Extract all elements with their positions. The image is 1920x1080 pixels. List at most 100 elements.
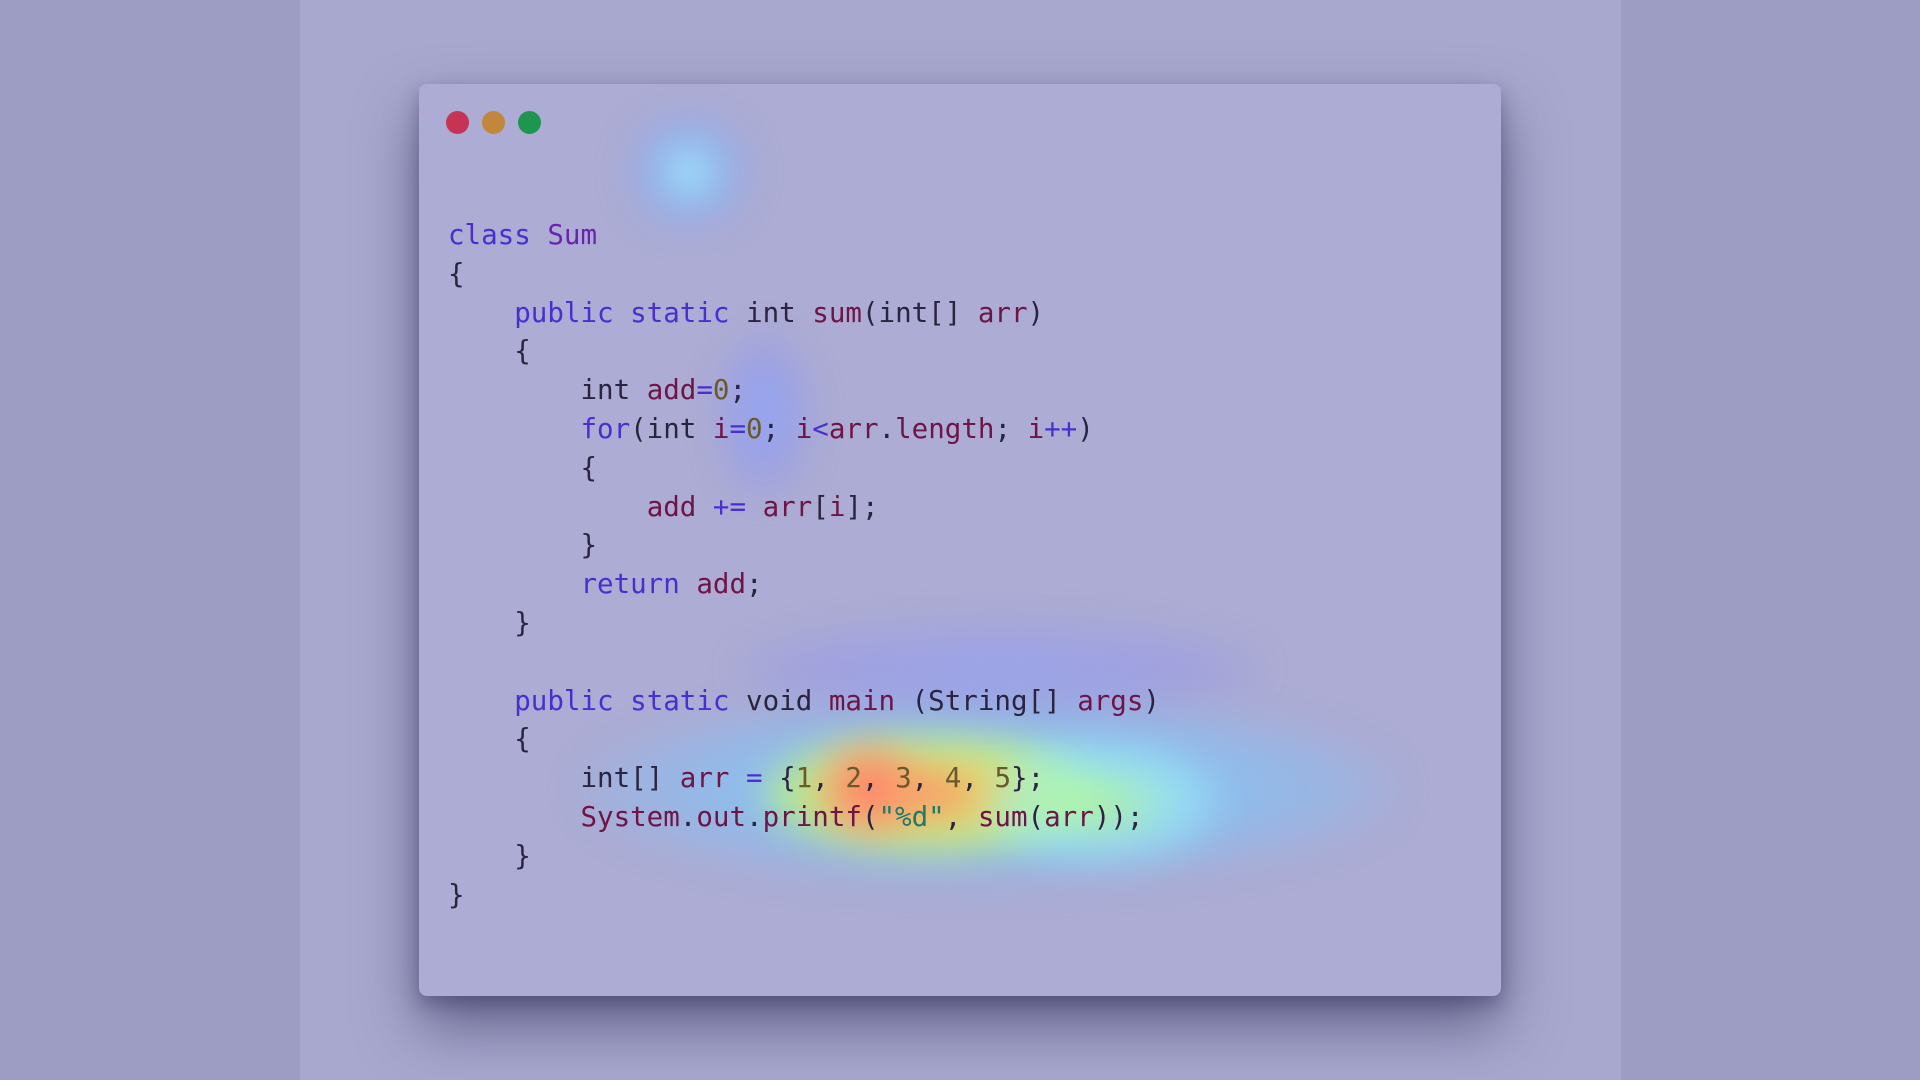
code-token: void: [729, 684, 829, 717]
code-token: length: [895, 412, 995, 445]
code-token: ,: [861, 762, 896, 795]
code-token: ];: [845, 490, 879, 523]
code-token: ;: [729, 374, 747, 407]
code-token: };: [1011, 762, 1045, 795]
window-controls: [446, 111, 541, 134]
code-line: public static int sum(int[] arr): [448, 294, 1160, 333]
code-token: ++: [1044, 412, 1078, 445]
code-token: arr: [828, 412, 879, 445]
close-button[interactable]: [446, 111, 469, 134]
code-token: <: [812, 412, 829, 445]
code-token: ): [1077, 412, 1094, 445]
code-token: (: [1027, 800, 1045, 833]
code-token: args: [1077, 684, 1144, 717]
code-token: static: [630, 296, 730, 329]
code-token: .: [746, 800, 763, 833]
code-token: }: [448, 529, 598, 562]
code-token: "%d": [878, 800, 945, 833]
code-token: i: [828, 490, 846, 523]
heatmap-blob: [624, 119, 754, 224]
code-token: ));: [1093, 800, 1144, 833]
code-token: sum: [812, 296, 862, 329]
code-token: (int: [630, 412, 713, 445]
code-token: arr: [1044, 800, 1094, 833]
code-block: class Sum{ public static int sum(int[] a…: [448, 216, 1160, 914]
code-token: add: [646, 374, 697, 407]
code-line: {: [448, 720, 1160, 759]
code-line: }: [448, 837, 1160, 876]
code-line: int add=0;: [448, 371, 1160, 410]
code-token: class: [448, 219, 531, 251]
code-token: public: [514, 684, 614, 717]
code-token: 4: [944, 762, 962, 795]
minimize-button[interactable]: [482, 111, 505, 134]
code-line: }: [448, 604, 1160, 643]
code-line: return add;: [448, 565, 1160, 604]
code-token: ): [1027, 296, 1045, 329]
code-token: 0: [746, 412, 763, 445]
code-token: int: [729, 296, 813, 329]
code-token: .: [679, 800, 697, 833]
code-token: i: [712, 412, 730, 445]
code-token: [: [812, 490, 829, 523]
code-token: i: [795, 412, 813, 445]
code-line: }: [448, 876, 1160, 915]
code-token: {: [448, 335, 531, 368]
code-token: {: [762, 762, 796, 795]
desktop-background: class Sum{ public static int sum(int[] a…: [0, 0, 1920, 1080]
code-token: =: [729, 412, 747, 445]
code-token: {: [448, 451, 598, 484]
code-token: 5: [994, 762, 1012, 795]
code-token: sum: [977, 800, 1028, 833]
code-token: }: [448, 878, 465, 911]
code-token: arr: [762, 490, 813, 523]
code-line: for(int i=0; i<arr.length; i++): [448, 410, 1160, 449]
code-token: arr: [679, 762, 730, 795]
code-token: {: [448, 723, 531, 756]
code-token: 3: [895, 762, 912, 795]
code-line: int[] arr = {1, 2, 3, 4, 5};: [448, 759, 1160, 798]
code-token: static: [630, 684, 730, 717]
code-token: ;: [746, 568, 763, 601]
code-token: main: [828, 684, 896, 717]
code-line: System.out.printf("%d", sum(arr));: [448, 798, 1160, 837]
code-token: arr: [977, 296, 1028, 329]
code-line: add += arr[i];: [448, 488, 1160, 527]
code-token: add: [646, 490, 697, 523]
code-token: ,: [911, 762, 945, 795]
code-token: out: [696, 800, 747, 833]
code-token: 1: [795, 762, 813, 795]
code-window: class Sum{ public static int sum(int[] a…: [419, 84, 1501, 996]
code-token: int[]: [448, 762, 680, 795]
code-token: =: [746, 762, 763, 795]
code-line: {: [448, 255, 1160, 294]
code-token: {: [448, 257, 465, 290]
code-token: System: [580, 800, 680, 833]
code-token: +=: [712, 490, 747, 523]
code-token: .: [878, 412, 896, 445]
code-token: }: [448, 606, 531, 639]
code-line: {: [448, 449, 1160, 488]
code-token: (String[]: [895, 684, 1078, 717]
code-token: public: [514, 296, 614, 329]
code-token: 0: [712, 374, 730, 407]
code-token: ;: [994, 412, 1028, 445]
code-token: ;: [762, 412, 796, 445]
maximize-button[interactable]: [518, 111, 541, 134]
code-token: ): [1143, 684, 1160, 717]
code-line: {: [448, 332, 1160, 371]
code-token: int: [448, 374, 647, 407]
code-token: ,: [961, 762, 995, 795]
